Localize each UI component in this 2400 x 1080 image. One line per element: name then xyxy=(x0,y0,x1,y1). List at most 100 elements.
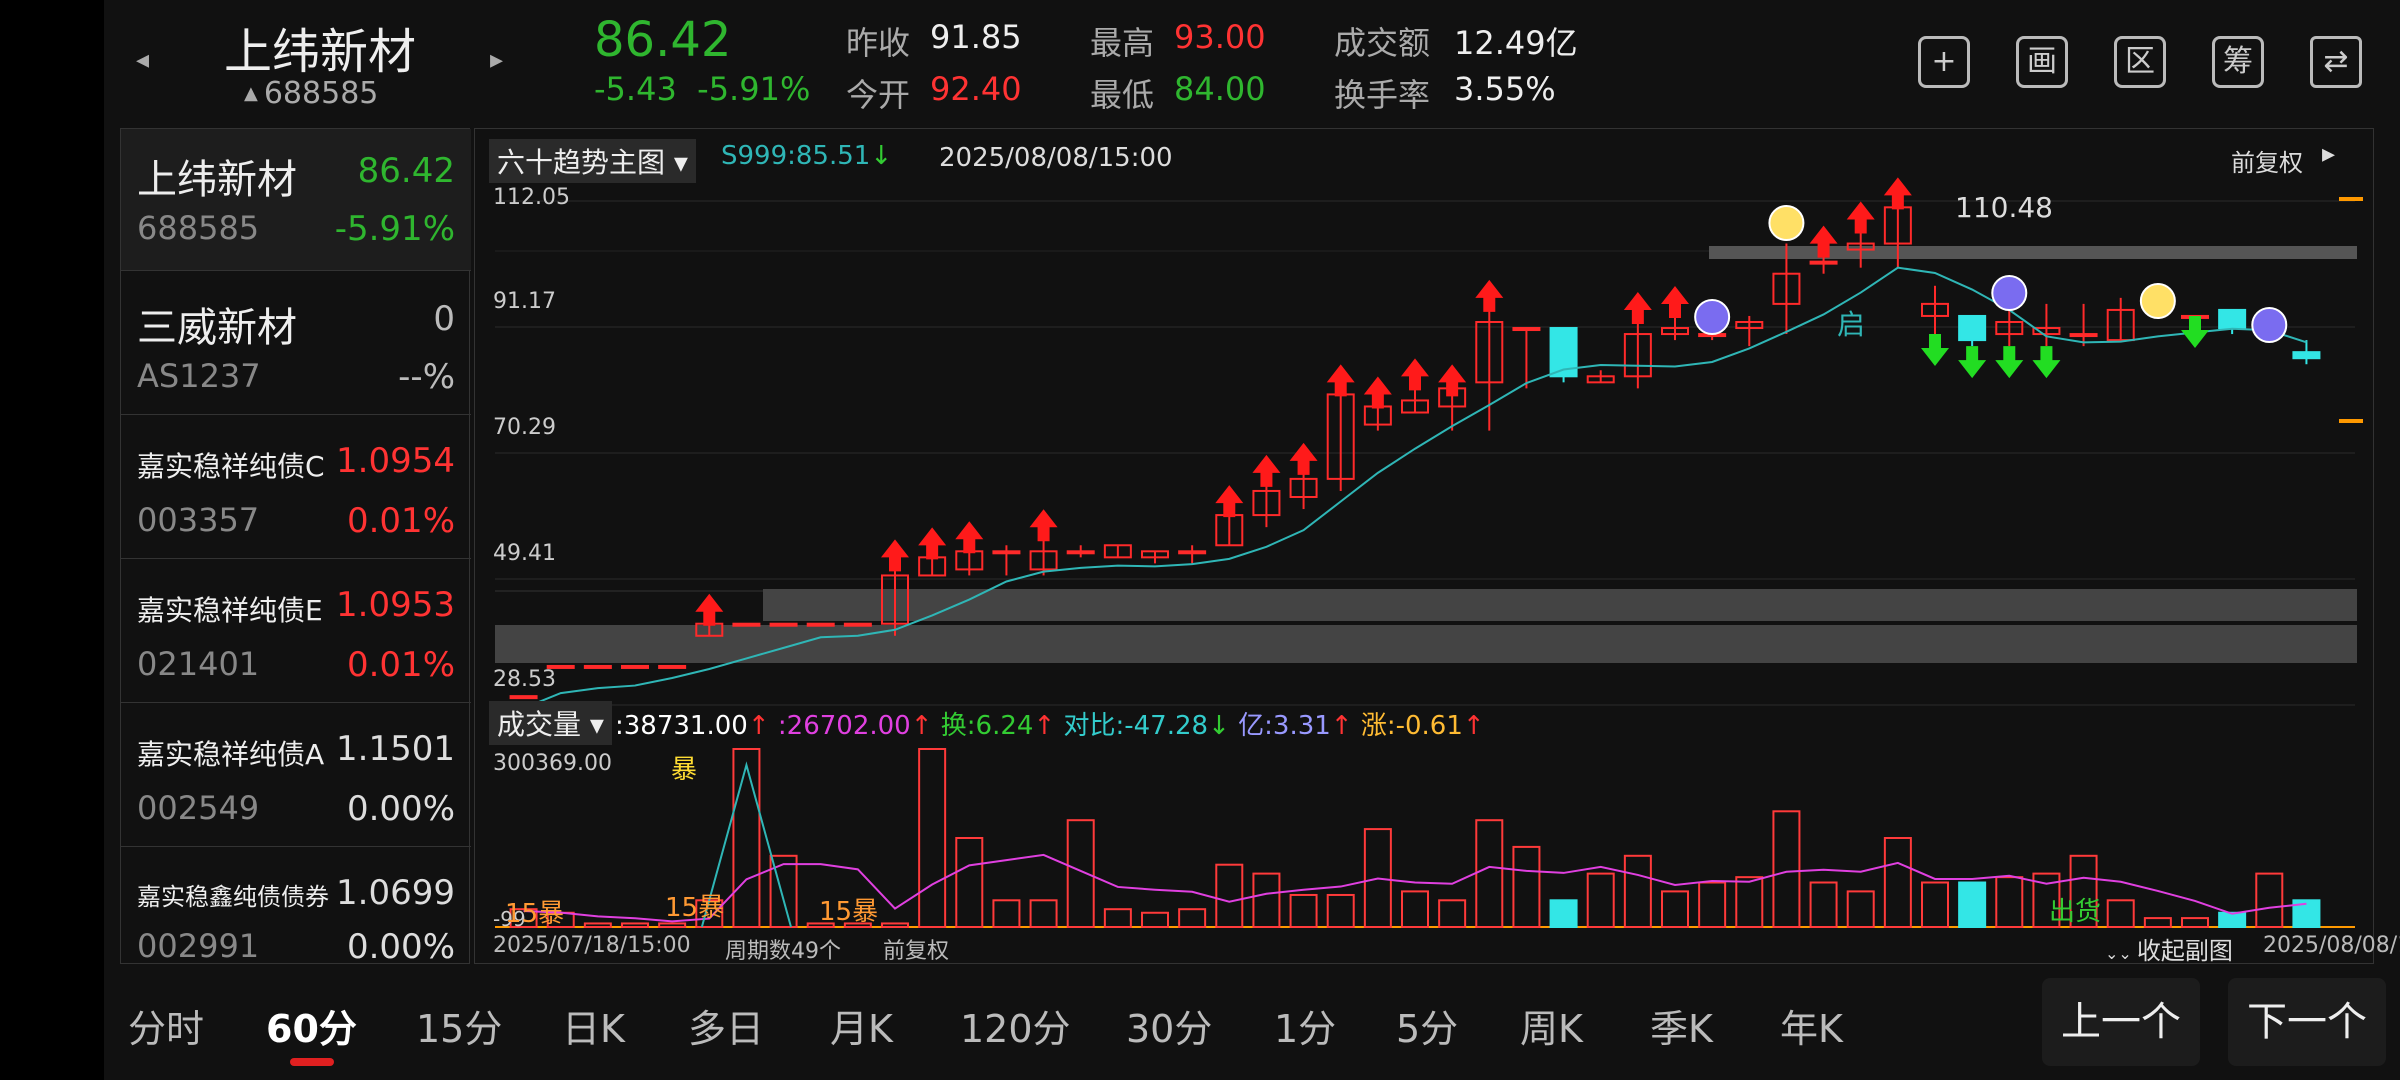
active-tab-indicator xyxy=(290,1058,334,1066)
tab-multi-day[interactable]: 多日 xyxy=(688,998,764,1053)
item-price: 1.0699 xyxy=(336,873,455,913)
next-button[interactable]: 下一个 xyxy=(2228,978,2386,1066)
volume-bar xyxy=(1289,893,1318,929)
item-name: 嘉实稳祥纯债A xyxy=(137,738,325,771)
volume-indicator-select[interactable]: 成交量 ▾ xyxy=(489,701,612,745)
app: ◂ 上纬新材 ▲ 688585 ▸ 86.42 -5.43 -5.91% 昨收 9… xyxy=(104,0,2400,1080)
item-code: 002549 xyxy=(137,789,260,827)
plus-icon[interactable]: + xyxy=(1918,36,1970,88)
candle-body xyxy=(1066,550,1095,555)
tab-60min[interactable]: 60分 xyxy=(266,998,357,1053)
sell-arrow-icon xyxy=(1958,346,1987,379)
tab-120min[interactable]: 120分 xyxy=(960,998,1071,1053)
tab-weekly[interactable]: 周K xyxy=(1520,998,1583,1053)
tab-30min[interactable]: 30分 xyxy=(1126,998,1212,1053)
y-tick: 28.53 xyxy=(493,667,556,692)
tab-quarterly[interactable]: 季K xyxy=(1650,998,1713,1053)
watchlist-item[interactable]: 三威新材 AS1237 0 --% xyxy=(121,271,471,415)
candle-body xyxy=(992,550,1021,555)
item-pct: 0.00% xyxy=(346,789,455,829)
spike-label: 15暴 xyxy=(665,893,725,923)
tab-5min[interactable]: 5分 xyxy=(1396,998,1458,1053)
volume-bar xyxy=(1549,899,1578,928)
high-label: 最高 xyxy=(1090,24,1155,62)
buy-arrow-icon xyxy=(1326,364,1355,397)
peak-label: 110.48 xyxy=(1955,191,2053,224)
sell-arrow-icon xyxy=(1921,334,1949,367)
volume-bar xyxy=(621,922,649,929)
watchlist-sidebar: 上纬新材 688585 86.42 -5.91% 三威新材 AS1237 0 -… xyxy=(120,128,471,967)
watchlist-item[interactable]: 嘉实稳祥纯债A 002549 1.1501 0.00% xyxy=(121,703,471,847)
volume-bar xyxy=(918,748,947,928)
tab-daily[interactable]: 日K xyxy=(562,998,625,1053)
volume-bar xyxy=(1066,819,1095,929)
tab-1min[interactable]: 1分 xyxy=(1274,998,1336,1053)
volume-bar xyxy=(1215,863,1244,929)
volume-bar xyxy=(1252,872,1281,928)
buy-arrow-icon xyxy=(1883,177,1912,210)
volume-bar xyxy=(1475,819,1504,929)
volume-bar xyxy=(2255,872,2284,928)
price-change: -5.43 -5.91% xyxy=(594,70,811,108)
triangle-up-icon: ▲ xyxy=(244,83,258,104)
buy-arrow-icon xyxy=(1623,291,1652,324)
high-value: 93.00 xyxy=(1174,18,1266,56)
buy-arrow-icon xyxy=(1475,279,1504,312)
turnover-value: 12.49亿 xyxy=(1454,24,1578,62)
turnover-label: 成交额 xyxy=(1334,24,1431,62)
adjust-mode: 前复权 xyxy=(883,939,950,964)
candle-body xyxy=(658,664,687,669)
spike-label: 15暴 xyxy=(819,897,879,927)
watchlist-item[interactable]: 嘉实稳祥纯债C 003357 1.0954 0.01% xyxy=(121,415,471,559)
sell-signal-label: 出货 xyxy=(2049,897,2102,927)
low-value: 84.00 xyxy=(1174,70,1266,108)
volume-bar xyxy=(1772,810,1801,928)
candle-body xyxy=(2292,351,2321,360)
y-tick: 112.05 xyxy=(493,185,570,210)
candle-body xyxy=(806,622,835,627)
support-band xyxy=(763,589,2357,621)
candle-body xyxy=(2218,308,2247,330)
tab-timeshare[interactable]: 分时 xyxy=(128,998,204,1053)
volume-bar xyxy=(955,837,984,928)
tab-15min[interactable]: 15分 xyxy=(416,998,502,1053)
watchlist-item[interactable]: 嘉实稳鑫纯债债券 002991 1.0699 0.00% xyxy=(121,847,471,967)
start-date: 2025/07/18/15:00 xyxy=(493,933,691,958)
next-stock-arrow[interactable]: ▸ xyxy=(490,45,503,75)
chips-icon[interactable]: 筹 xyxy=(2212,36,2264,88)
volume-max-label: 300369.00 xyxy=(493,751,612,776)
face-signal-icon xyxy=(2251,307,2288,343)
prev-stock-arrow[interactable]: ◂ xyxy=(136,45,149,75)
volume-bar xyxy=(2143,917,2172,928)
item-price: 1.1501 xyxy=(336,729,455,769)
y-tick: 49.41 xyxy=(493,541,556,566)
item-pct: 0.00% xyxy=(346,927,455,967)
draw-icon[interactable]: 画 xyxy=(2016,36,2068,88)
support-band xyxy=(495,625,2357,663)
volume-bar xyxy=(1401,890,1429,929)
watchlist-item[interactable]: 上纬新材 688585 86.42 -5.91% xyxy=(121,129,471,271)
sell-arrow-icon xyxy=(2032,346,2061,379)
spike-label: 暴 xyxy=(671,755,698,785)
y-tick: 91.17 xyxy=(493,289,556,314)
kline-svg[interactable] xyxy=(475,129,2375,965)
watchlist-item[interactable]: 嘉实稳祥纯债E 021401 1.0953 0.01% xyxy=(121,559,471,703)
tab-monthly[interactable]: 月K xyxy=(830,998,893,1053)
volume-bar xyxy=(1103,908,1132,929)
tab-yearly[interactable]: 年K xyxy=(1780,998,1843,1053)
device-switch-icon[interactable]: ⇄ xyxy=(2310,36,2362,88)
collapse-subchart-button[interactable]: ⌄⌄ 收起副图 xyxy=(2105,931,2233,966)
volume-bar xyxy=(1846,890,1875,929)
buy-arrow-icon xyxy=(1029,509,1058,542)
item-price: 86.42 xyxy=(357,151,455,191)
candle-body xyxy=(2069,333,2098,338)
volume-bar xyxy=(1438,899,1467,928)
volume-bar xyxy=(1735,876,1764,928)
volume-bar xyxy=(732,748,761,928)
face-signal-icon xyxy=(1768,205,1805,241)
item-pct: 0.01% xyxy=(346,501,455,541)
volume-bar xyxy=(2106,899,2135,928)
buy-arrow-icon xyxy=(1252,454,1281,487)
range-icon[interactable]: 区 xyxy=(2114,36,2166,88)
previous-button[interactable]: 上一个 xyxy=(2042,978,2200,1066)
